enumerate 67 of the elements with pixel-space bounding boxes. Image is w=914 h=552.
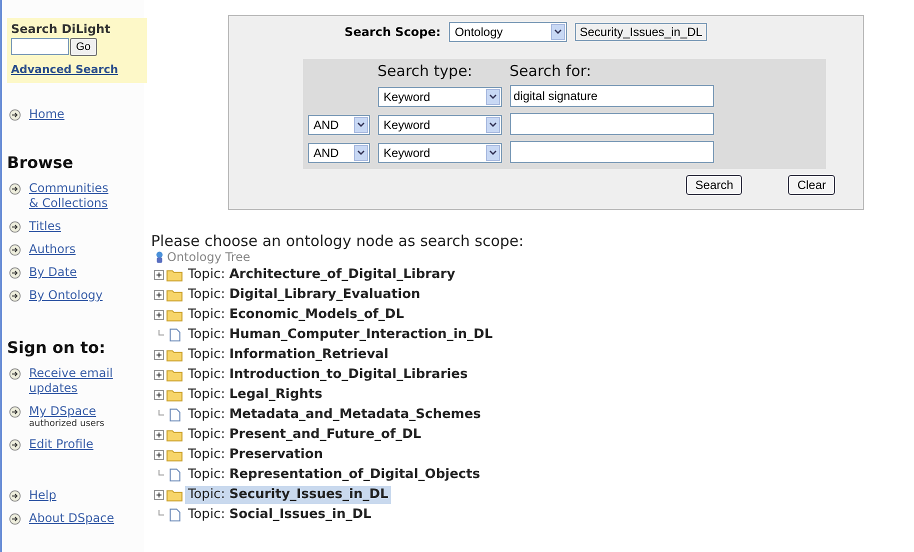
expand-icon[interactable]: [154, 390, 164, 400]
nav-link[interactable]: By Ontology: [29, 288, 103, 303]
operator-select[interactable]: AND: [308, 115, 370, 135]
tree-node[interactable]: Topic: Economic_Models_of_DL: [185, 306, 407, 324]
search-for-field[interactable]: [510, 141, 714, 163]
tree-node[interactable]: Topic: Metadata_and_Metadata_Schemes: [185, 406, 484, 424]
nav-link[interactable]: Authors: [29, 242, 76, 257]
tree-node[interactable]: Topic: Present_and_Future_of_DL: [185, 426, 424, 444]
search-field[interactable]: [11, 38, 69, 55]
nav-link[interactable]: Receive email updates: [29, 366, 117, 396]
ontology-root-icon: [155, 250, 164, 264]
expand-icon[interactable]: [154, 290, 164, 300]
folder-icon: [166, 428, 183, 442]
nav-link[interactable]: Edit Profile: [29, 437, 94, 452]
home-link[interactable]: Home: [29, 107, 64, 122]
search-title: Search DiLight: [11, 22, 112, 36]
link-note: authorized users: [29, 419, 104, 429]
tree-node[interactable]: Topic: Legal_Rights: [185, 386, 326, 404]
section-heading: Browse: [7, 153, 74, 172]
tree-node[interactable]: Topic: Human_Computer_Interaction_in_DL: [185, 326, 496, 344]
expand-icon[interactable]: [154, 430, 164, 440]
expand-icon[interactable]: [154, 450, 164, 460]
tree-node[interactable]: Topic: Security_Issues_in_DL: [185, 486, 392, 504]
form-button[interactable]: Clear: [788, 175, 835, 195]
search-type-select[interactable]: Keyword: [378, 87, 502, 107]
tree-node[interactable]: Topic: Information_Retrieval: [185, 346, 392, 364]
go-button[interactable]: Go: [70, 38, 97, 56]
instruction-text: Please choose an ontology node as search scope:: [151, 233, 525, 249]
tree-node[interactable]: Topic: Social_Issues_in_DL: [185, 506, 374, 524]
form-button[interactable]: Search: [686, 175, 742, 195]
operator-select[interactable]: AND: [308, 143, 370, 163]
tree-node[interactable]: Topic: Preservation: [185, 446, 326, 464]
column-heading: Search for:: [510, 63, 592, 79]
search-type-select[interactable]: Keyword: [378, 115, 502, 135]
search-for-field[interactable]: [510, 113, 714, 135]
expand-icon[interactable]: [154, 370, 164, 380]
tree-node[interactable]: Topic: Digital_Library_Evaluation: [185, 286, 424, 304]
search-type-select[interactable]: Keyword: [378, 143, 502, 163]
nav-link[interactable]: By Date: [29, 265, 77, 280]
nav-link[interactable]: About DSpace: [29, 511, 114, 526]
folder-icon: [166, 268, 183, 282]
column-heading: Search type:: [378, 63, 474, 79]
nav-link[interactable]: Help: [29, 488, 56, 503]
folder-icon: [166, 448, 183, 462]
tree-node[interactable]: Topic: Architecture_of_Digital_Library: [185, 266, 458, 284]
advanced-search-link[interactable]: Advanced Search: [11, 63, 118, 76]
tree-node[interactable]: Topic: Introduction_to_Digital_Libraries: [185, 366, 471, 384]
expand-icon[interactable]: [154, 310, 164, 320]
tree-root-label: Ontology Tree: [167, 250, 250, 264]
search-scope-label: Search Scope:: [344, 25, 441, 39]
folder-icon: [166, 308, 183, 322]
expand-icon[interactable]: [154, 270, 164, 280]
nav-link[interactable]: My DSpace: [29, 404, 104, 419]
folder-icon: [166, 388, 183, 402]
expand-icon[interactable]: [154, 490, 164, 500]
folder-icon: [166, 348, 183, 362]
expand-icon[interactable]: [154, 350, 164, 360]
folder-icon: [166, 488, 183, 502]
folder-icon: [166, 368, 183, 382]
scope-value-field: Security_Issues_in_DL: [574, 23, 708, 41]
search-for-field[interactable]: digital signature: [510, 85, 714, 107]
tree-node[interactable]: Topic: Representation_of_Digital_Objects: [185, 466, 484, 484]
nav-link[interactable]: Titles: [29, 219, 61, 234]
nav-link[interactable]: Communities & Collections: [29, 181, 117, 211]
folder-icon: [166, 288, 183, 302]
scope-select[interactable]: Ontology: [448, 22, 567, 42]
section-heading: Sign on to:: [7, 338, 106, 357]
